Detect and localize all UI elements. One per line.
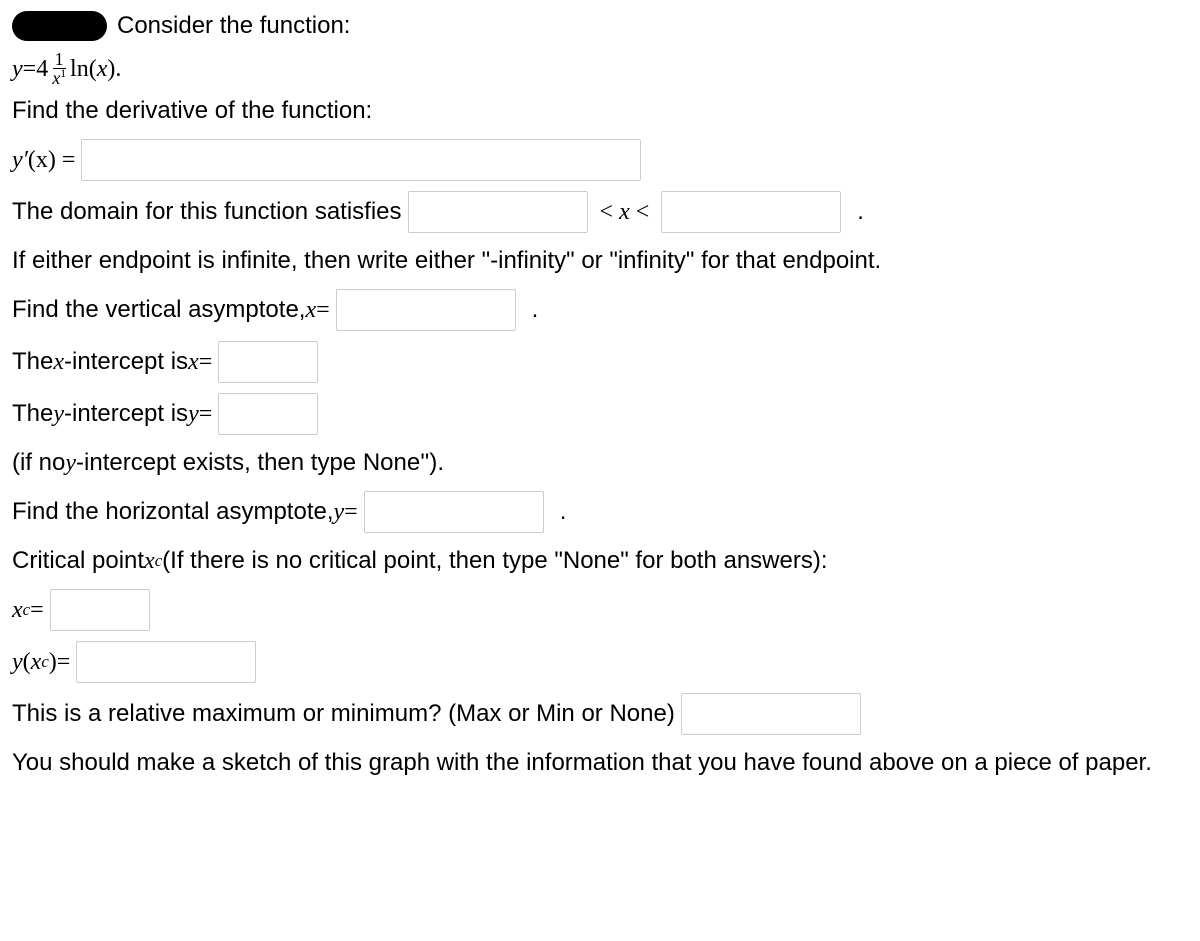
y-intercept-note: (if no y -intercept exists, then type No… <box>12 445 1188 481</box>
endpoint-note: If either endpoint is infinite, then wri… <box>12 243 1188 279</box>
domain-lower-input[interactable] <box>408 191 588 233</box>
horizontal-asymptote-input[interactable] <box>364 491 544 533</box>
yxc-row: y (xc) = <box>12 641 1188 683</box>
x-intercept-input[interactable] <box>218 341 318 383</box>
domain-upper-input[interactable] <box>661 191 841 233</box>
function-equation: y = 4 1 x1 ln(x). <box>12 50 1188 87</box>
domain-label: The domain for this function satisfies <box>12 194 402 230</box>
consider-text: Consider the function: <box>117 8 350 44</box>
critical-point-label: Critical point xc (If there is no critic… <box>12 543 1188 579</box>
y-intercept-input[interactable] <box>218 393 318 435</box>
derivative-input[interactable] <box>81 139 641 181</box>
domain-row: The domain for this function satisfies <… <box>12 191 1188 233</box>
maxmin-row: This is a relative maximum or minimum? (… <box>12 693 1188 735</box>
x-intercept-row: The x -intercept is x = <box>12 341 1188 383</box>
lt-x-lt: < x < <box>600 194 650 230</box>
xc-row: xc = <box>12 589 1188 631</box>
find-derivative-label: Find the derivative of the function: <box>12 93 1188 129</box>
y-intercept-row: The y -intercept is y = <box>12 393 1188 435</box>
xc-input[interactable] <box>50 589 150 631</box>
horizontal-asymptote-row: Find the horizontal asymptote, y = . <box>12 491 1188 533</box>
sketch-note: You should make a sketch of this graph w… <box>12 745 1188 781</box>
vertical-asymptote-input[interactable] <box>336 289 516 331</box>
redacted-block <box>12 11 107 41</box>
fraction: 1 x1 <box>50 50 68 87</box>
yxc-input[interactable] <box>76 641 256 683</box>
prompt-header: Consider the function: <box>12 8 1188 44</box>
derivative-row: y′ (x) = <box>12 139 1188 181</box>
vertical-asymptote-row: Find the vertical asymptote, x = . <box>12 289 1188 331</box>
maxmin-input[interactable] <box>681 693 861 735</box>
